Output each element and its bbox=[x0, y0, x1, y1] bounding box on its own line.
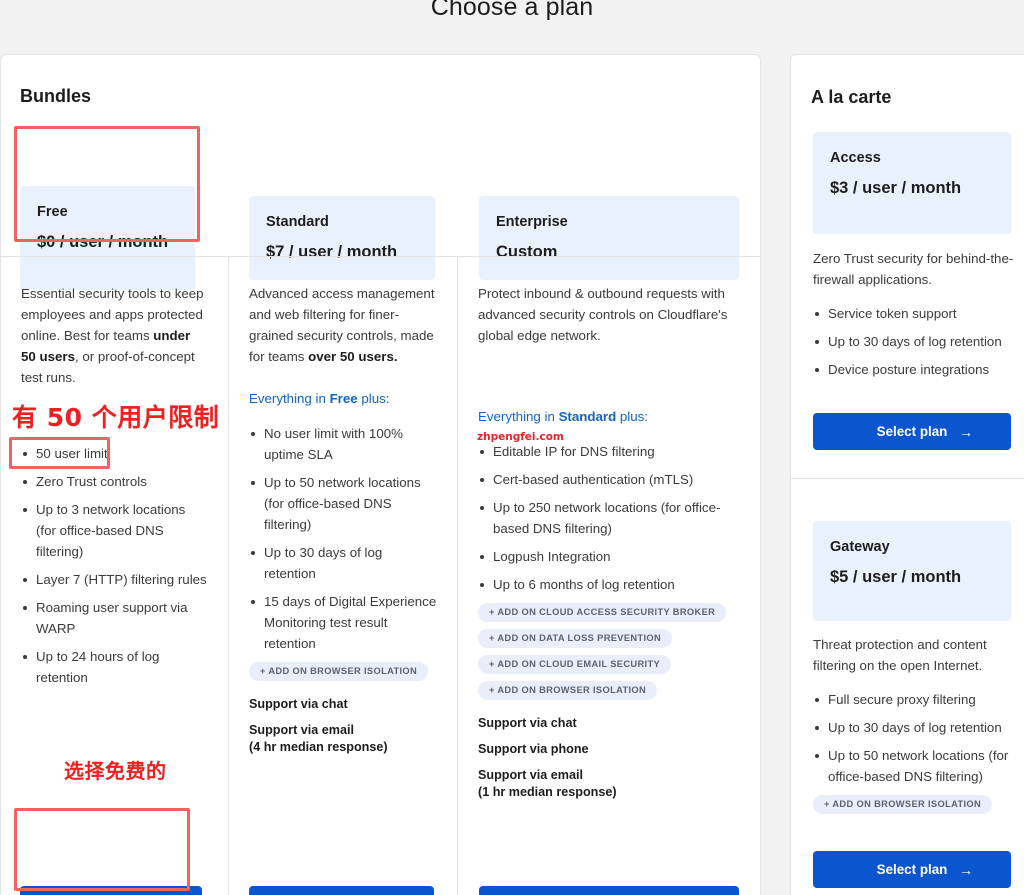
plan-tile-gateway[interactable]: Gateway $5 / user / month bbox=[813, 521, 1011, 621]
select-plan-button-gateway[interactable]: Select plan → bbox=[813, 851, 1011, 888]
annotation-note-user-limit: 有 50 个用户限制 bbox=[12, 403, 220, 432]
support-line: Support via chat bbox=[478, 716, 577, 730]
watermark-text: zhpengfei.com bbox=[477, 431, 564, 443]
alacarte-block-gateway: Threat protection and content filtering … bbox=[813, 634, 1023, 820]
select-plan-button-free[interactable]: Select plan → bbox=[20, 886, 202, 895]
list-item: Roaming user support via WARP bbox=[21, 597, 208, 639]
plan-price: $5 / user / month bbox=[830, 568, 962, 586]
addon-badge[interactable]: + ADD ON DATA LOSS PREVENTION bbox=[478, 629, 673, 648]
arrow-right-icon: → bbox=[959, 423, 973, 440]
bundle-column-enterprise: Protect inbound & outbound requests with… bbox=[457, 256, 760, 895]
select-plan-button-standard[interactable]: Select plan → bbox=[249, 886, 434, 895]
bundle-column-free: Essential security tools to keep employe… bbox=[1, 256, 228, 895]
plan-name: Enterprise bbox=[496, 214, 568, 230]
addon-badge[interactable]: + ADD ON CLOUD EMAIL SECURITY bbox=[478, 655, 672, 674]
plan-price: $0 / user / month bbox=[37, 233, 169, 251]
everything-in-label: Everything in Standard plus: bbox=[478, 409, 648, 424]
list-item: Editable IP for DNS filtering bbox=[478, 441, 740, 462]
support-line: Support via phone bbox=[478, 742, 589, 756]
button-label: Select plan bbox=[876, 862, 948, 877]
arrow-right-icon: → bbox=[959, 861, 973, 878]
alacarte-divider bbox=[791, 478, 1024, 479]
list-item: Up to 30 days of log retention bbox=[813, 331, 1023, 352]
list-item: Service token support bbox=[813, 303, 1023, 324]
list-item: Up to 6 months of log retention bbox=[478, 574, 740, 595]
addon-badge[interactable]: + ADD ON BROWSER ISOLATION bbox=[813, 795, 993, 814]
plan-description: Protect inbound & outbound requests with… bbox=[478, 286, 728, 343]
bundle-column-standard: Advanced access management and web filte… bbox=[228, 256, 457, 895]
plan-description: Zero Trust security for behind-the-firew… bbox=[813, 251, 1014, 287]
list-item: Up to 3 network locations (for office-ba… bbox=[21, 499, 208, 562]
bundles-section-title: Bundles bbox=[20, 86, 92, 106]
plan-name: Standard bbox=[266, 214, 329, 230]
list-item: Up to 30 days of log retention bbox=[249, 542, 437, 584]
list-item: Logpush Integration bbox=[478, 546, 740, 567]
list-item: Up to 24 hours of log retention bbox=[21, 646, 208, 688]
annotation-note-choose-free: 选择免费的 bbox=[64, 759, 167, 783]
button-label: Select plan bbox=[876, 424, 948, 439]
plan-description: Essential security tools to keep employe… bbox=[21, 286, 204, 385]
alacarte-section-title: A la carte bbox=[811, 87, 892, 107]
list-item: Up to 250 network locations (for office-… bbox=[478, 497, 740, 539]
page-header: Choose a plan bbox=[0, 0, 1024, 46]
support-line: Support via chat bbox=[249, 697, 348, 711]
everything-in-label: Everything in Free plus: bbox=[249, 391, 390, 406]
list-item: Up to 30 days of log retention bbox=[813, 717, 1023, 738]
plan-tile-access[interactable]: Access $3 / user / month bbox=[813, 132, 1011, 234]
feature-list: Editable IP for DNS filtering Cert-based… bbox=[478, 441, 740, 595]
list-item: Layer 7 (HTTP) filtering rules bbox=[21, 569, 208, 590]
addon-badge[interactable]: + ADD ON BROWSER ISOLATION bbox=[249, 662, 429, 681]
plan-name: Access bbox=[830, 150, 881, 166]
feature-list: Full secure proxy filtering Up to 30 day… bbox=[813, 689, 1023, 787]
list-item: Up to 50 network locations (for office-b… bbox=[813, 745, 1023, 787]
list-item: Up to 50 network locations (for office-b… bbox=[249, 472, 437, 535]
list-item: Zero Trust controls bbox=[21, 471, 208, 492]
list-item: 15 days of Digital Experience Monitoring… bbox=[249, 591, 437, 654]
select-plan-button-access[interactable]: Select plan → bbox=[813, 413, 1011, 450]
list-item: No user limit with 100% uptime SLA bbox=[249, 423, 437, 465]
alacarte-block-access: Zero Trust security for behind-the-firew… bbox=[813, 248, 1023, 387]
feature-list: Service token support Up to 30 days of l… bbox=[813, 303, 1023, 380]
addon-badge[interactable]: + ADD ON CLOUD ACCESS SECURITY BROKER bbox=[478, 603, 727, 622]
support-line: Support via email (1 hr median response) bbox=[478, 768, 617, 799]
contact-us-button-enterprise[interactable]: Contact us → bbox=[479, 886, 739, 895]
list-item: Device posture integrations bbox=[813, 359, 1023, 380]
plan-name: Gateway bbox=[830, 539, 890, 555]
list-item: Cert-based authentication (mTLS) bbox=[478, 469, 740, 490]
feature-list: No user limit with 100% uptime SLA Up to… bbox=[249, 423, 437, 654]
plan-name: Free bbox=[37, 204, 68, 220]
page-title: Choose a plan bbox=[430, 0, 594, 21]
feature-list: 50 user limit Zero Trust controls Up to … bbox=[21, 443, 208, 688]
support-line: Support via email (4 hr median response) bbox=[249, 723, 388, 754]
bundle-columns: Essential security tools to keep employe… bbox=[1, 256, 760, 895]
addon-badge[interactable]: + ADD ON BROWSER ISOLATION bbox=[478, 681, 658, 700]
plan-price: $3 / user / month bbox=[830, 179, 962, 197]
plan-chooser-page: Choose a plan Bundles Free $0 / user / m… bbox=[0, 0, 1024, 895]
plan-description: Advanced access management and web filte… bbox=[249, 286, 435, 364]
list-item: 50 user limit bbox=[21, 443, 208, 464]
list-item: Full secure proxy filtering bbox=[813, 689, 1023, 710]
plan-description: Threat protection and content filtering … bbox=[813, 637, 987, 673]
